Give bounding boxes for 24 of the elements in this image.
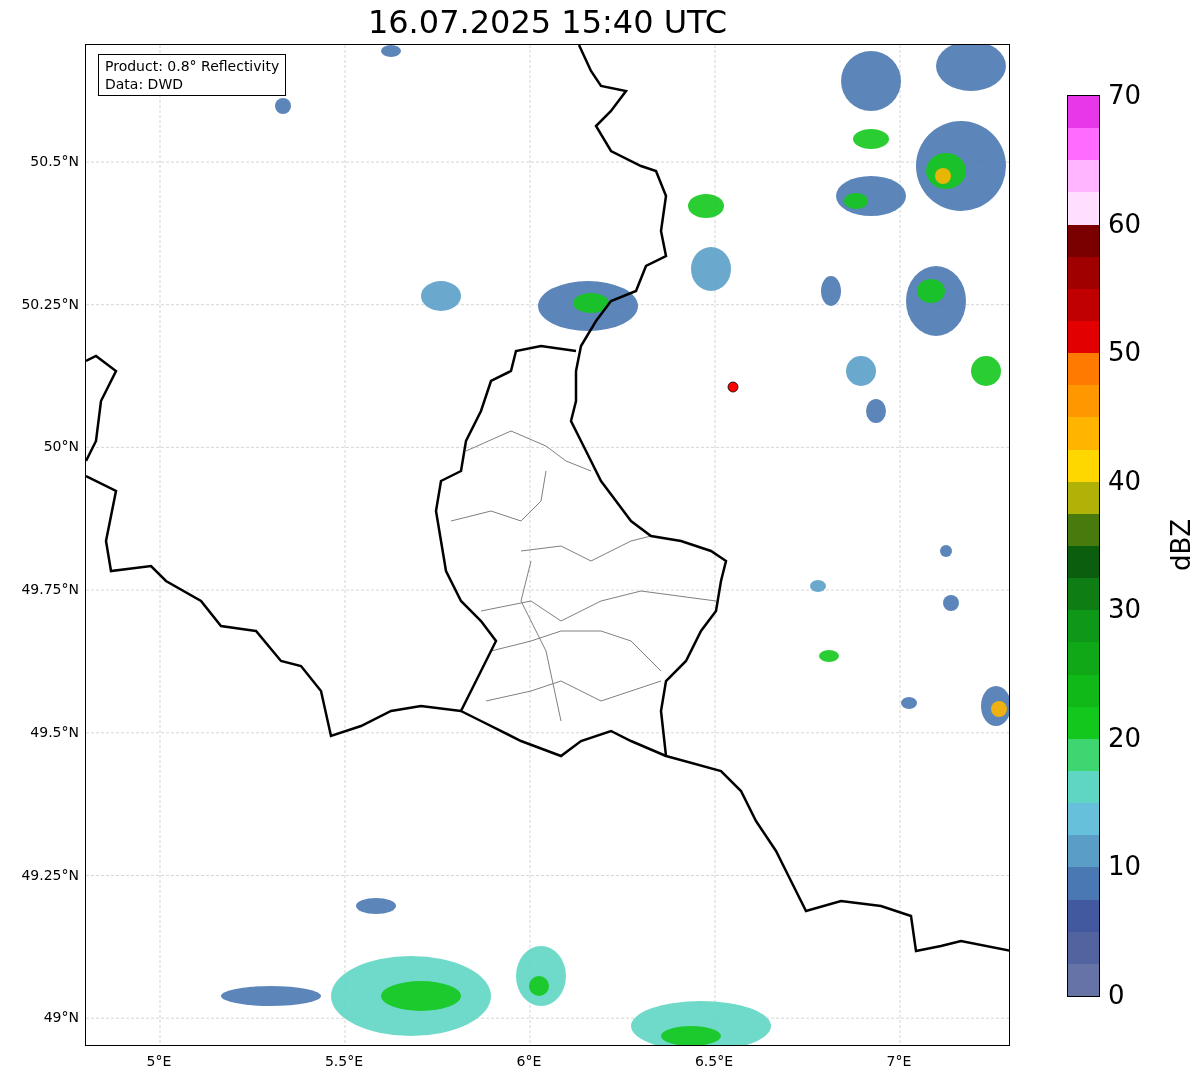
- latitude-tick-label: 49°N: [43, 1008, 79, 1027]
- legend-text: Data: DWD: [105, 75, 184, 93]
- longitude-tick-label: 6.5°E: [694, 1052, 734, 1070]
- colorbar-tick-label: 50: [1108, 337, 1142, 368]
- longitude-tick-label: 7°E: [886, 1052, 912, 1070]
- legend-text: Product: 0.8° Reflectivity: [105, 57, 280, 75]
- colorbar-tick-label: 30: [1108, 594, 1142, 625]
- colorbar-tick-label: 20: [1108, 722, 1142, 753]
- latitude-tick-label: 50.25°N: [21, 294, 79, 313]
- longitude-tick-label: 6°E: [516, 1052, 542, 1070]
- colorbar-label: dBZ: [1166, 518, 1197, 572]
- latitude-tick-label: 50°N: [43, 437, 79, 456]
- colorbar-tick-label: 10: [1108, 851, 1142, 882]
- colorbar-tick-label: 40: [1108, 465, 1142, 496]
- latitude-tick-label: 49.25°N: [21, 865, 79, 884]
- colorbar-tick-label: 0: [1108, 980, 1125, 1010]
- longitude-tick-label: 5.5°E: [324, 1052, 364, 1070]
- longitude-tick-label: 5°E: [146, 1052, 172, 1070]
- colorbar-tick-label: 60: [1108, 208, 1142, 239]
- latitude-tick-label: 50.5°N: [30, 152, 79, 170]
- chart-title: 16.07.2025 15:40 UTC: [366, 2, 729, 43]
- latitude-tick-label: 49.75°N: [21, 580, 79, 599]
- latitude-tick-label: 49.5°N: [30, 722, 79, 741]
- colorbar-tick-label: 70: [1108, 80, 1142, 110]
